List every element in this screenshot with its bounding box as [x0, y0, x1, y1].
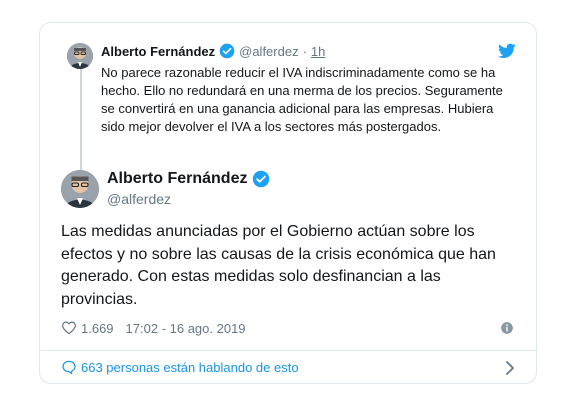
separator-dot: ·: [302, 43, 307, 59]
main-author-handle[interactable]: @alferdez: [107, 191, 171, 207]
main-author-avatar[interactable]: [61, 170, 99, 208]
parent-tweet-header: Alberto Fernández @alferdez · 1h: [101, 43, 325, 59]
verified-badge-icon: [219, 43, 235, 59]
parent-tweet-time[interactable]: 1h: [311, 44, 325, 59]
parent-author-handle[interactable]: @alferdez: [239, 44, 298, 59]
main-tweet-text: Las medidas anunciadas por el Gobierno a…: [61, 223, 496, 308]
main-author-name[interactable]: Alberto Fernández: [107, 170, 247, 188]
twitter-bird-icon[interactable]: [498, 43, 516, 59]
embedded-tweet-card: Alberto Fernández @alferdez · 1h No pare…: [39, 22, 537, 384]
parent-author-avatar[interactable]: [67, 43, 93, 69]
main-author-name-row: Alberto Fernández: [107, 170, 270, 188]
parent-author-name[interactable]: Alberto Fernández: [101, 44, 215, 59]
verified-badge-icon: [252, 170, 270, 188]
thread-connector-line: [80, 67, 82, 183]
tweet-meta-row: 1.669 17:02 - 16 ago. 2019: [61, 320, 246, 336]
comment-bubble-icon: [61, 359, 77, 375]
heart-icon[interactable]: [61, 320, 77, 336]
info-icon[interactable]: [500, 321, 514, 335]
tweet-timestamp[interactable]: 17:02 - 16 ago. 2019: [126, 321, 246, 336]
like-count[interactable]: 1.669: [81, 321, 114, 336]
chevron-right-icon[interactable]: [504, 360, 516, 376]
conversation-link[interactable]: 663 personas están hablando de esto: [61, 359, 299, 375]
conversation-label[interactable]: 663 personas están hablando de esto: [81, 360, 299, 375]
footer-divider: [40, 350, 536, 351]
parent-tweet-text: No parece razonable reducir el IVA indis…: [101, 65, 503, 134]
